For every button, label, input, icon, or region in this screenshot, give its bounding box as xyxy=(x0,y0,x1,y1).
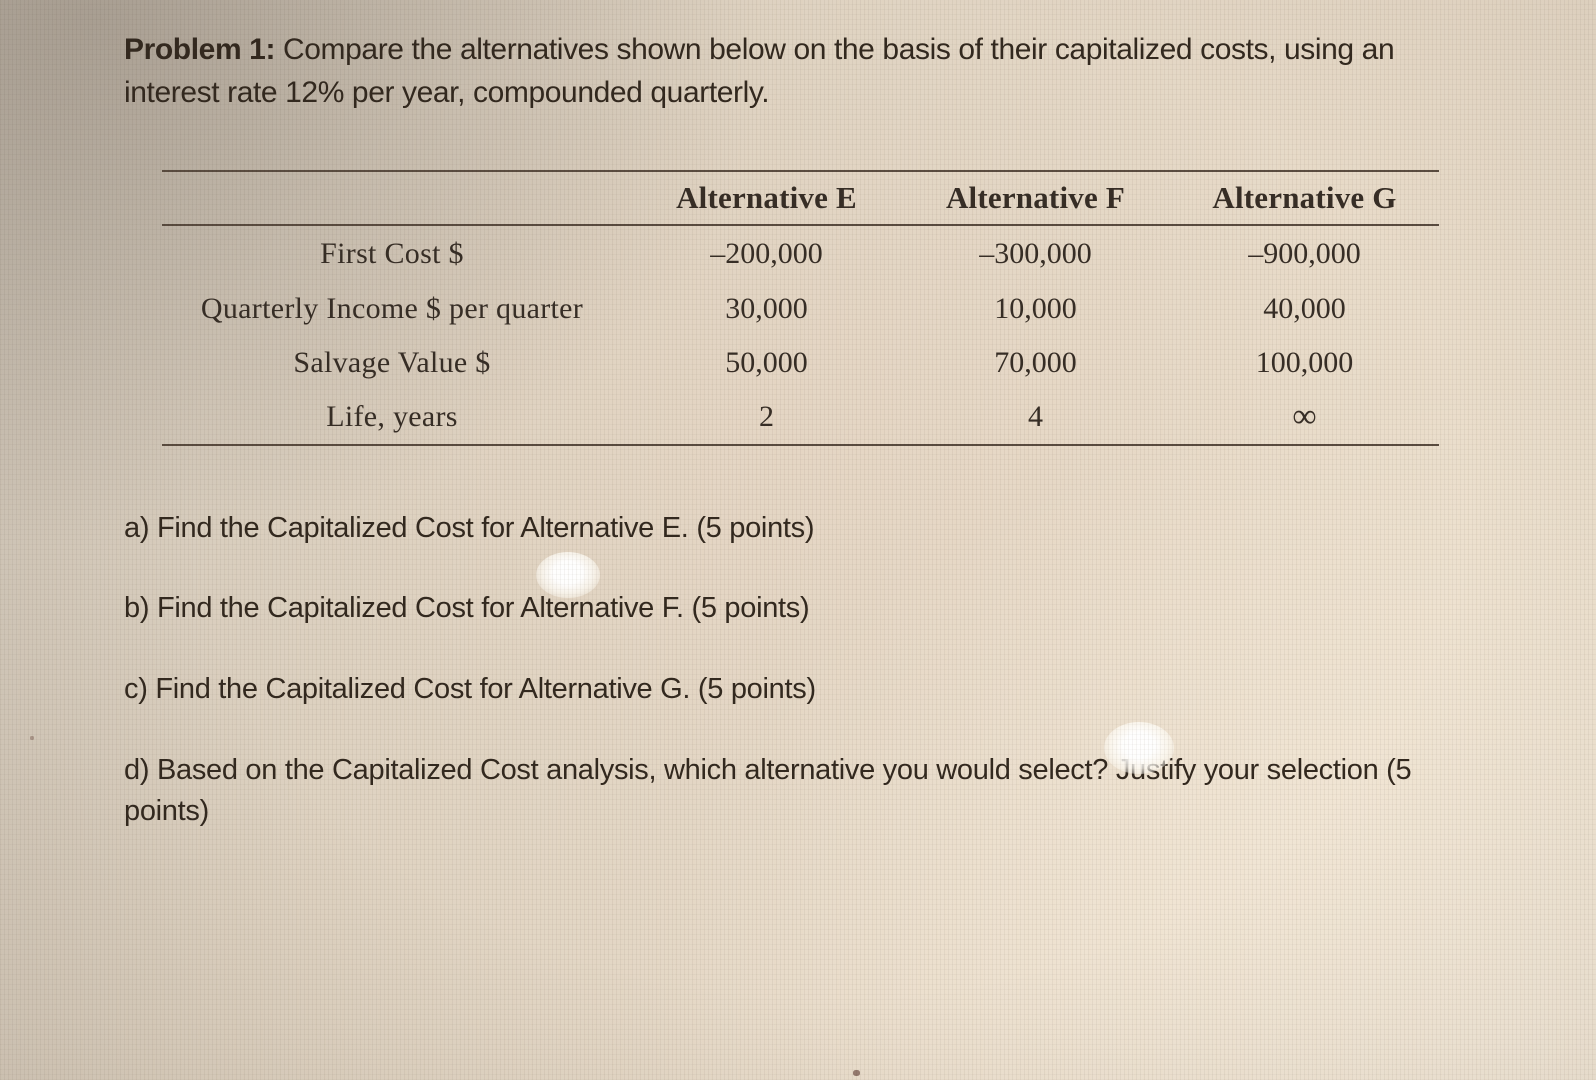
row-label-life-years: Life, years xyxy=(326,400,458,433)
row-label-salvage-value: Salvage Value $ xyxy=(293,346,491,379)
row-label-quarterly-income: Quarterly Income $ per quarter xyxy=(200,292,584,325)
problem-statement: Problem 1: Compare the alternatives show… xyxy=(124,28,1424,114)
cell-quarterly-income-e: 30,000 xyxy=(725,292,808,325)
table-corner-header xyxy=(162,171,632,225)
table-row: First Cost $ –200,000 –300,000 –900,000 xyxy=(162,225,1439,282)
table-row: Life, years 2 4 ∞ xyxy=(162,390,1439,445)
table-row: Salvage Value $ 50,000 70,000 100,000 xyxy=(162,336,1439,390)
question-item-c: c) Find the Capitalized Cost for Alterna… xyxy=(124,673,816,705)
cell-first-cost-e: –200,000 xyxy=(710,237,823,270)
cell-quarterly-income-g: 40,000 xyxy=(1263,292,1346,325)
cell-life-years-e: 2 xyxy=(759,400,774,433)
cell-quarterly-income-f: 10,000 xyxy=(994,292,1077,325)
problem-label: Problem 1: xyxy=(124,33,276,66)
problem-statement-text: Compare the alternatives shown below on … xyxy=(124,33,1395,109)
table-row: Quarterly Income $ per quarter 30,000 10… xyxy=(162,282,1439,336)
cell-first-cost-f: –300,000 xyxy=(979,237,1092,270)
question-item-b: b) Find the Capitalized Cost for Alterna… xyxy=(124,592,810,624)
document-page: Problem 1: Compare the alternatives show… xyxy=(0,0,1596,1080)
cell-life-years-f: 4 xyxy=(1028,400,1043,433)
question-item-d: d) Based on the Capitalized Cost analysi… xyxy=(124,754,1412,827)
table-head: Alternative E Alternative F Alternative … xyxy=(162,171,1439,225)
paper-speck xyxy=(853,1070,860,1076)
table-body: First Cost $ –200,000 –300,000 –900,000 … xyxy=(162,225,1439,445)
cell-salvage-value-e: 50,000 xyxy=(725,346,808,379)
cell-first-cost-g: –900,000 xyxy=(1248,237,1361,270)
column-header-alternative-f: Alternative F xyxy=(945,180,1126,215)
column-header-alternative-g: Alternative G xyxy=(1212,180,1397,215)
cell-life-years-g: ∞ xyxy=(1292,398,1317,435)
alternatives-table: Alternative E Alternative F Alternative … xyxy=(162,170,1439,446)
cell-salvage-value-g: 100,000 xyxy=(1255,346,1354,379)
paper-speck xyxy=(30,736,34,740)
alternatives-table-wrapper: Alternative E Alternative F Alternative … xyxy=(162,170,1439,446)
table-header-row: Alternative E Alternative F Alternative … xyxy=(162,171,1439,225)
column-header-alternative-e: Alternative E xyxy=(676,180,857,215)
row-label-first-cost: First Cost $ xyxy=(320,237,464,270)
question-item-a: a) Find the Capitalized Cost for Alterna… xyxy=(124,512,815,544)
cell-salvage-value-f: 70,000 xyxy=(994,346,1077,379)
